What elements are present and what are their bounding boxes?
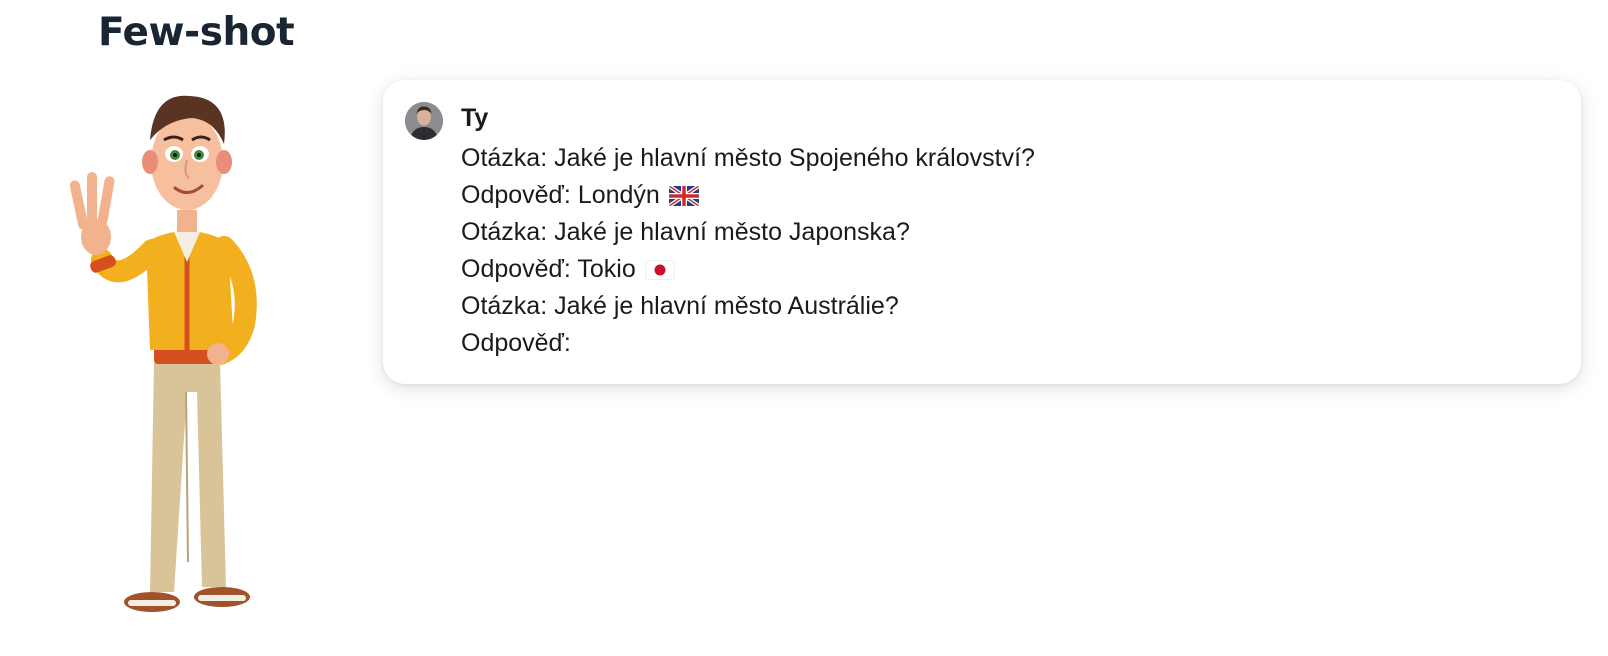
waving-cartoon-man-icon (62, 92, 272, 622)
answer-line: Odpověď: (461, 325, 1035, 362)
question-line: Otázka: Jaké je hlavní město Spojeného k… (461, 140, 1035, 177)
message-line-text: Otázka: Jaké je hlavní město Japonska? (461, 218, 910, 246)
answer-line: Odpověď: Londýn (461, 177, 1035, 214)
message-line-text: Otázka: Jaké je hlavní město Spojeného k… (461, 144, 1035, 172)
japan-flag-icon (644, 259, 675, 280)
uk-flag-icon (668, 185, 699, 206)
answer-line: Odpověď: Tokio (461, 251, 1035, 288)
message-sender-name: Ty (461, 104, 489, 132)
user-avatar-icon (405, 102, 443, 140)
question-line: Otázka: Jaké je hlavní město Japonska? (461, 214, 1035, 251)
message-line-text: Odpověď: Londýn (461, 181, 660, 209)
message-line-text: Odpověď: Tokio (461, 255, 636, 283)
message-line-text: Odpověď: (461, 329, 571, 357)
message-line-text: Otázka: Jaké je hlavní město Austrálie? (461, 292, 899, 320)
question-line: Otázka: Jaké je hlavní město Austrálie? (461, 288, 1035, 325)
page-title: Few-shot (98, 10, 295, 55)
message-body: Otázka: Jaké je hlavní město Spojeného k… (461, 140, 1035, 362)
chat-message-card: Ty Otázka: Jaké je hlavní město Spojenéh… (383, 80, 1581, 384)
